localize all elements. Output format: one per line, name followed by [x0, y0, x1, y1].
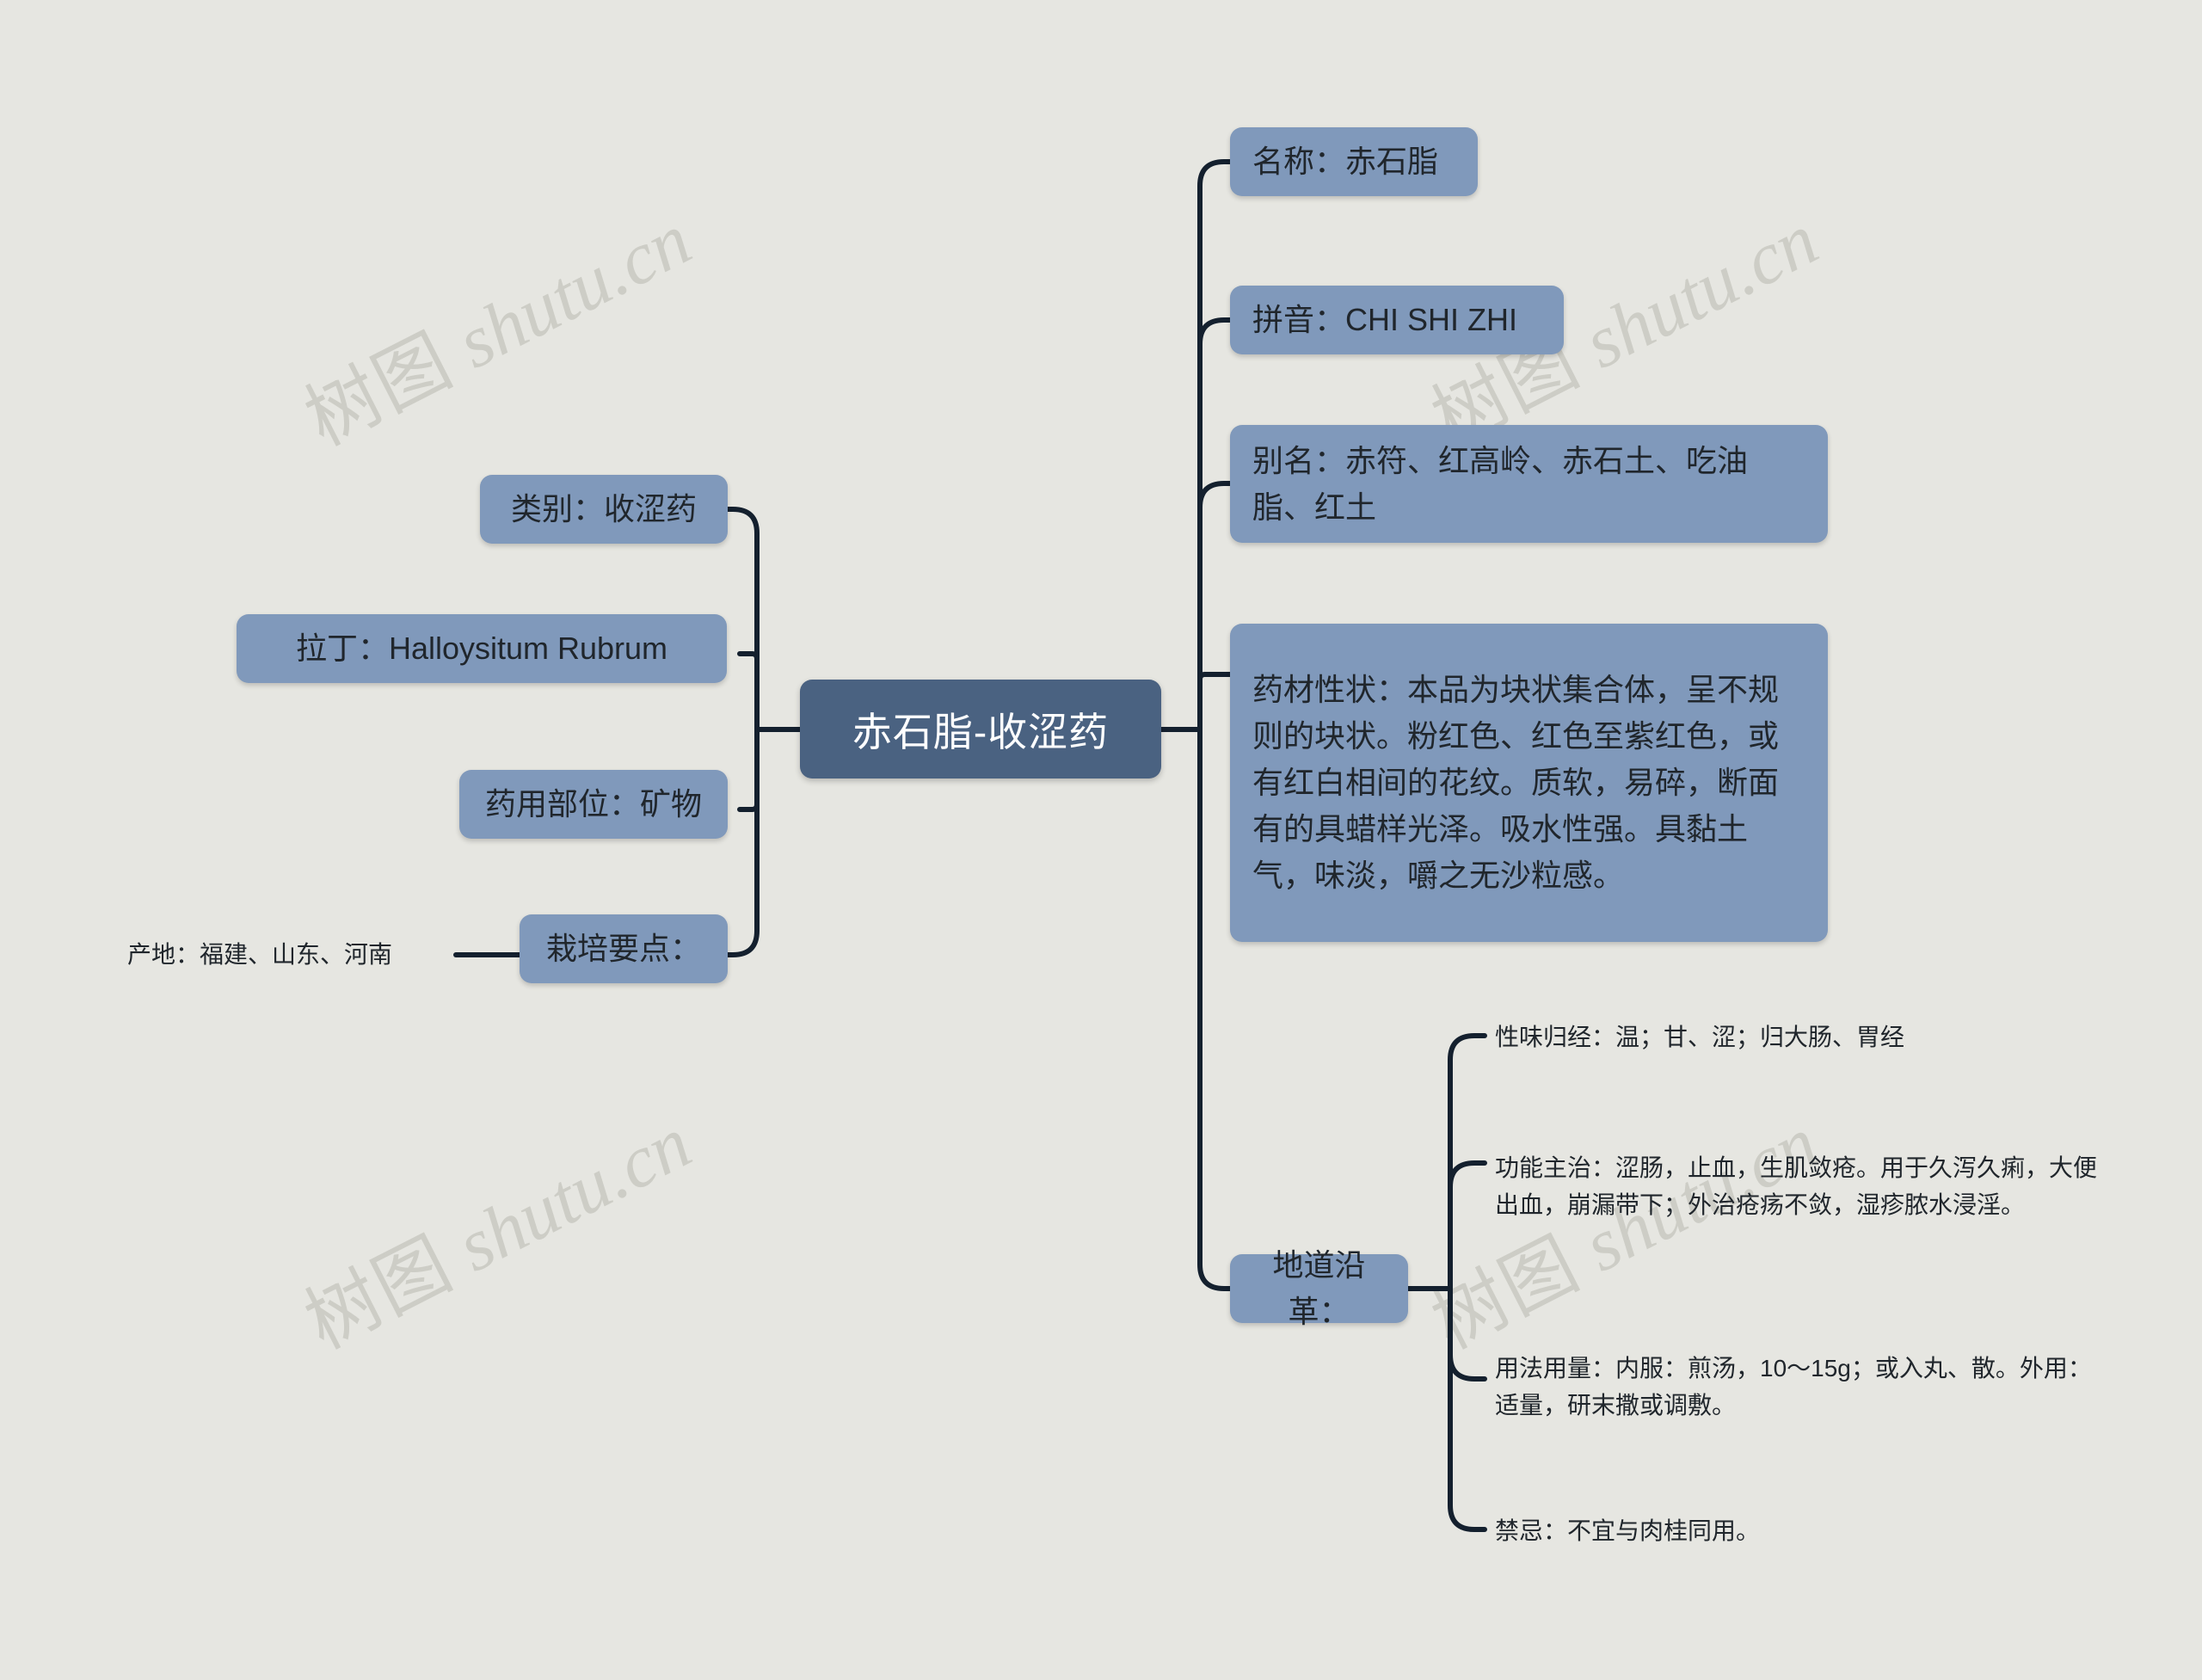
- branch-cultivation-points-label: 栽培要点：: [545, 931, 701, 966]
- branch-alias-label: 别名：赤符、红高岭、赤石土、吃油脂、红土: [1252, 442, 1749, 525]
- link-left-2: [737, 651, 760, 732]
- branch-pinyin[interactable]: 拼音：CHI SHI ZHI: [1230, 286, 1564, 354]
- leaf-dosage-administration[interactable]: 用法用量：内服：煎汤，10～15g；或入丸、散。外用：适量，研末撒或调敷。: [1495, 1346, 2107, 1429]
- leaf-nature-flavor-meridian[interactable]: 性味归经：温；甘、涩；归大肠、胃经: [1495, 1013, 2106, 1062]
- branch-cultivation-points[interactable]: 栽培要点：: [520, 914, 728, 983]
- branch-pinyin-label: 拼音：CHI SHI ZHI: [1252, 302, 1518, 337]
- link-right-3: [1197, 481, 1233, 732]
- watermark-cjk: 树图: [292, 318, 465, 462]
- link-right-4: [1197, 672, 1233, 732]
- watermark-cjk: 树图: [292, 1222, 465, 1365]
- link-left-1: [724, 507, 760, 732]
- branch-authentic-origin-history[interactable]: 地道沿革：: [1230, 1247, 1408, 1329]
- leaf-nature-flavor-meridian-label: 性味归经：温；甘、涩；归大肠、胃经: [1495, 1023, 1905, 1050]
- branch-name-label: 名称：赤石脂: [1252, 144, 1439, 179]
- leaf-origin[interactable]: 产地：福建、山东、河南: [127, 929, 458, 981]
- branch-category[interactable]: 类别：收涩药: [480, 475, 728, 544]
- branch-material-description-label: 药材性状：本品为块状集合体，呈不规则的块状。粉红色、红色至紫红色，或有红白相间的…: [1252, 672, 1780, 893]
- link-sub-2: [1448, 1160, 1487, 1291]
- leaf-functions-indications-label: 功能主治：涩肠，止血，生肌敛疮。用于久泻久痢，大便出血，崩漏带下；外治疮疡不敛，…: [1495, 1154, 2098, 1218]
- leaf-dosage-administration-label: 用法用量：内服：煎汤，10～15g；或入丸、散。外用：适量，研末撒或调敷。: [1495, 1355, 2092, 1418]
- branch-latin-name[interactable]: 拉丁：Halloysitum Rubrum: [237, 614, 727, 683]
- link-left-4: [724, 727, 760, 957]
- branch-latin-name-label: 拉丁：Halloysitum Rubrum: [295, 631, 668, 666]
- branch-name[interactable]: 名称：赤石脂: [1230, 127, 1478, 196]
- root-node[interactable]: 赤石脂-收涩药: [800, 680, 1161, 778]
- watermark: 树图 shutu.cn: [284, 1083, 705, 1369]
- root-node-label: 赤石脂-收涩药: [852, 709, 1110, 754]
- branch-authentic-origin-history-label: 地道沿革：: [1272, 1247, 1366, 1329]
- leaf-functions-indications[interactable]: 功能主治：涩肠，止血，生肌敛疮。用于久泻久痢，大便出血，崩漏带下；外治疮疡不敛，…: [1495, 1127, 2107, 1247]
- branch-category-label: 类别：收涩药: [510, 491, 697, 526]
- link-sub-3: [1448, 1286, 1487, 1382]
- leaf-contraindications[interactable]: 禁忌：不宜与肉桂同用。: [1495, 1507, 2011, 1555]
- leaf-contraindications-label: 禁忌：不宜与肉桂同用。: [1495, 1517, 1761, 1544]
- branch-medicinal-part-label: 药用部位：矿物: [484, 786, 702, 822]
- branch-material-description[interactable]: 药材性状：本品为块状集合体，呈不规则的块状。粉红色、红色至紫红色，或有红白相间的…: [1230, 624, 1828, 942]
- watermark-latin: shutu.cn: [427, 1100, 704, 1296]
- watermark: 树图 shutu.cn: [284, 180, 705, 465]
- link-right-5: [1197, 727, 1233, 1291]
- watermark-latin: shutu.cn: [1554, 197, 1830, 393]
- watermark-latin: shutu.cn: [427, 197, 704, 393]
- mindmap-canvas: 树图 shutu.cn 树图 shutu.cn 树图 shutu.cn 树图 s…: [0, 0, 2202, 1680]
- link-sub-4: [1448, 1286, 1487, 1532]
- link-right-1: [1197, 159, 1233, 732]
- link-sub-1: [1448, 1033, 1487, 1291]
- branch-alias[interactable]: 别名：赤符、红高岭、赤石土、吃油脂、红土: [1230, 425, 1828, 543]
- link-right-2: [1197, 317, 1233, 732]
- link-left-3: [737, 727, 760, 812]
- branch-medicinal-part[interactable]: 药用部位：矿物: [459, 770, 728, 839]
- leaf-origin-label: 产地：福建、山东、河南: [127, 940, 393, 968]
